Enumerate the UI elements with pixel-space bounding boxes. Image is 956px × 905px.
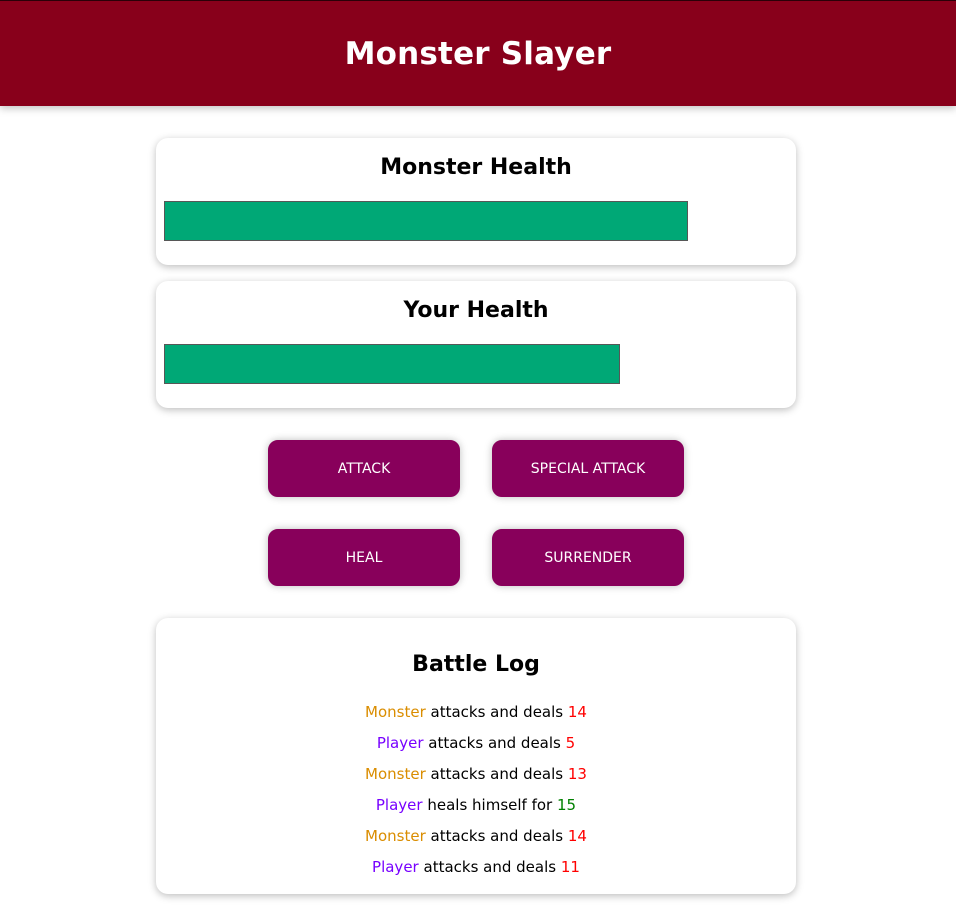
heal-button[interactable]: HEAL [268,529,460,586]
player-health-bar [164,344,788,384]
battle-log-list: Monster attacks and deals 14 Player atta… [156,702,796,888]
log-actor: Monster [365,703,426,721]
battle-log-heading: Battle Log [412,652,540,677]
log-actor: Monster [365,765,426,783]
log-actor: Player [375,796,423,814]
battle-controls: ATTACK SPECIAL ATTACK HEAL SURRENDER [268,440,684,586]
log-value: 14 [567,827,587,845]
special-attack-button[interactable]: SPECIAL ATTACK [492,440,684,497]
log-actor: Player [376,734,424,752]
app-title: Monster Slayer [344,35,612,72]
log-value: 15 [557,796,577,814]
log-action: heals himself for [427,796,553,814]
log-value: 13 [567,765,587,783]
log-action: attacks and deals [430,703,564,721]
player-health-heading: Your Health [403,298,549,323]
monster-health-heading: Monster Health [380,155,572,180]
monster-health-card: Monster Health [156,138,796,265]
log-value: 11 [560,858,580,876]
log-entry: Monster attacks and deals 14 [156,702,796,733]
log-action: attacks and deals [430,765,564,783]
log-entry: Monster attacks and deals 14 [156,826,796,857]
player-health-card: Your Health [156,281,796,408]
log-entry: Monster attacks and deals 13 [156,764,796,795]
attack-button[interactable]: ATTACK [268,440,460,497]
log-value: 5 [565,734,576,752]
surrender-button[interactable]: SURRENDER [492,529,684,586]
battle-log-card: Battle Log Monster attacks and deals 14 … [156,618,796,894]
log-value: 14 [567,703,587,721]
player-health-bar-fill [164,344,620,384]
log-action: attacks and deals [423,858,557,876]
monster-health-bar-fill [164,201,689,241]
app-header: Monster Slayer [0,0,956,106]
log-entry: Player heals himself for 15 [156,795,796,826]
monster-health-bar [164,201,788,241]
log-actor: Monster [365,827,426,845]
log-entry: Player attacks and deals 11 [156,857,796,888]
log-entry: Player attacks and deals 5 [156,733,796,764]
log-actor: Player [372,858,419,876]
log-action: attacks and deals [428,734,561,752]
log-action: attacks and deals [430,827,564,845]
